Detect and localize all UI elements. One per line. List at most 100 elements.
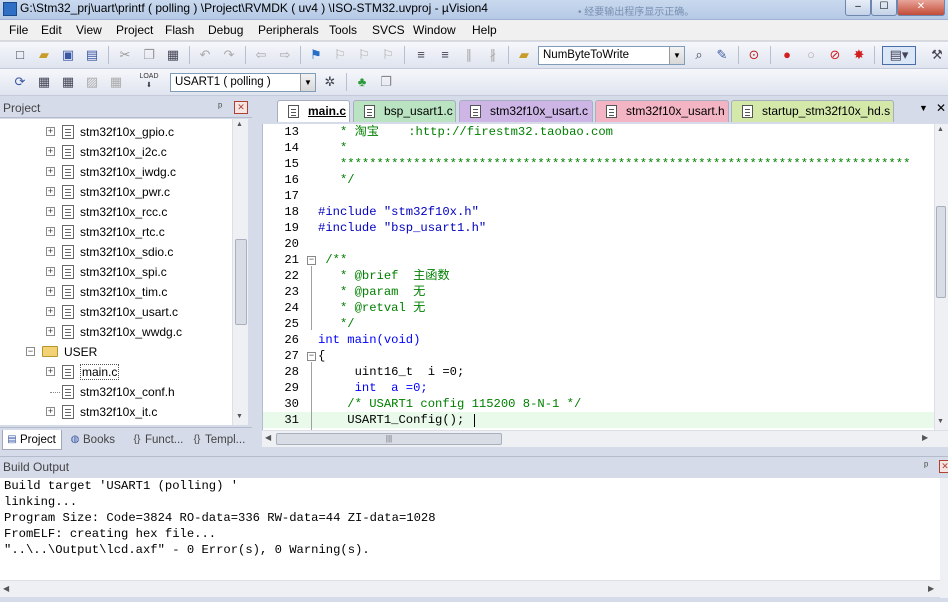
stop-build-icon[interactable]: ▦ bbox=[108, 74, 124, 90]
new-file-icon[interactable]: □ bbox=[12, 47, 28, 63]
close-panel-icon[interactable]: ✕ bbox=[939, 460, 948, 473]
scroll-right-icon[interactable]: ▶ bbox=[928, 584, 934, 593]
expand-icon[interactable]: + bbox=[46, 327, 55, 336]
menu-svcs[interactable]: SVCS bbox=[372, 23, 405, 37]
indent-icon[interactable]: ≡ bbox=[413, 47, 429, 63]
scroll-thumb[interactable] bbox=[936, 206, 946, 298]
tab-bsp-usart1-c[interactable]: bsp_usart1.c bbox=[353, 100, 456, 122]
undo-icon[interactable]: ↶ bbox=[197, 47, 213, 63]
cut-icon[interactable]: ✂ bbox=[117, 47, 133, 63]
collapse-icon[interactable]: − bbox=[307, 352, 316, 361]
save-icon[interactable]: ▣ bbox=[60, 47, 76, 63]
debug-session-icon[interactable]: ⊙ bbox=[746, 47, 762, 63]
prev-bookmark-icon[interactable]: ⚐ bbox=[332, 47, 348, 63]
paste-icon[interactable]: ▦ bbox=[165, 47, 181, 63]
clear-bookmarks-icon[interactable]: ⚐ bbox=[380, 47, 396, 63]
minimize-button[interactable]: – bbox=[845, 0, 871, 16]
tab-project[interactable]: ▤ Project bbox=[2, 430, 62, 450]
expand-icon[interactable]: + bbox=[46, 407, 55, 416]
unindent-icon[interactable]: ≡ bbox=[437, 47, 453, 63]
target-combo[interactable]: USART1 ( polling ) ▼ bbox=[170, 73, 316, 92]
menu-flash[interactable]: Flash bbox=[165, 23, 194, 37]
tab-main-c[interactable]: main.c bbox=[277, 100, 350, 122]
expand-icon[interactable]: + bbox=[46, 287, 55, 296]
menu-window[interactable]: Window bbox=[413, 23, 456, 37]
menu-tools[interactable]: Tools bbox=[329, 23, 357, 37]
menu-help[interactable]: Help bbox=[472, 23, 497, 37]
expand-icon[interactable]: + bbox=[46, 167, 55, 176]
tab-startup-s[interactable]: startup_stm32f10x_hd.s bbox=[731, 100, 894, 122]
scroll-down-icon[interactable]: ▼ bbox=[236, 413, 243, 420]
scroll-thumb[interactable]: ||| bbox=[276, 433, 502, 445]
tab-templates[interactable]: {} Templ... bbox=[188, 430, 250, 450]
expand-icon[interactable]: + bbox=[46, 227, 55, 236]
window-layout-icon[interactable]: ▤▾ bbox=[882, 46, 916, 65]
close-button[interactable]: ✕ bbox=[897, 0, 945, 16]
redo-icon[interactable]: ↷ bbox=[221, 47, 237, 63]
rebuild-icon[interactable]: ▦ bbox=[60, 74, 76, 90]
configure-icon[interactable]: ⚒ bbox=[929, 47, 945, 63]
chevron-down-icon[interactable]: ▼ bbox=[300, 74, 315, 91]
multi-project-icon[interactable]: ❐ bbox=[378, 74, 394, 90]
pin-icon[interactable]: ᵖ bbox=[218, 101, 222, 113]
scroll-left-icon[interactable]: ◀ bbox=[3, 584, 9, 593]
find-in-files-icon[interactable]: ▰ bbox=[516, 47, 532, 63]
incremental-find-icon[interactable]: ✎ bbox=[714, 47, 730, 63]
translate-icon[interactable]: ⟳ bbox=[12, 74, 28, 90]
expand-icon[interactable]: + bbox=[46, 307, 55, 316]
expand-icon[interactable]: + bbox=[46, 147, 55, 156]
expand-icon[interactable]: + bbox=[46, 187, 55, 196]
disable-all-breakpoints-icon[interactable]: ⊘ bbox=[827, 47, 843, 63]
scroll-left-icon[interactable]: ◀ bbox=[265, 433, 271, 442]
kill-breakpoints-icon[interactable]: ✸ bbox=[851, 47, 867, 63]
close-tab-icon[interactable]: ✕ bbox=[936, 101, 946, 115]
nav-back-icon[interactable]: ⇦ bbox=[253, 47, 269, 63]
close-panel-icon[interactable]: ✕ bbox=[234, 101, 248, 114]
scroll-thumb[interactable] bbox=[235, 239, 247, 325]
open-file-icon[interactable]: ▰ bbox=[36, 47, 52, 63]
nav-forward-icon[interactable]: ⇨ bbox=[277, 47, 293, 63]
menu-file[interactable]: File bbox=[9, 23, 28, 37]
pin-icon[interactable]: ᵖ bbox=[924, 460, 928, 472]
menu-edit[interactable]: Edit bbox=[41, 23, 62, 37]
scroll-down-icon[interactable]: ▼ bbox=[937, 418, 944, 425]
output-hscrollbar[interactable]: ◀ ▶ bbox=[0, 580, 940, 597]
download-icon[interactable]: LOAD ⬇ bbox=[138, 72, 160, 92]
collapse-icon[interactable]: − bbox=[307, 256, 316, 265]
expand-icon[interactable]: + bbox=[46, 267, 55, 276]
expand-icon[interactable]: + bbox=[46, 207, 55, 216]
scroll-right-icon[interactable]: ▶ bbox=[922, 433, 928, 442]
editor-scrollbar[interactable]: ▲ ▼ bbox=[934, 124, 948, 430]
maximize-button[interactable]: ☐ bbox=[871, 0, 897, 16]
expand-icon[interactable]: + bbox=[46, 247, 55, 256]
expand-icon[interactable]: + bbox=[46, 367, 55, 376]
menu-project[interactable]: Project bbox=[116, 23, 153, 37]
chevron-down-icon[interactable]: ▼ bbox=[669, 47, 684, 64]
tab-stm32f10x-usart-h[interactable]: stm32f10x_usart.h bbox=[595, 100, 729, 122]
bookmark-icon[interactable]: ⚑ bbox=[308, 47, 324, 63]
menu-view[interactable]: View bbox=[76, 23, 102, 37]
code-editor[interactable]: 13 * 淘宝 :http://firestm32.taobao.com 14 … bbox=[262, 124, 948, 430]
disable-breakpoint-icon[interactable]: ○ bbox=[803, 47, 819, 63]
output-vscrollbar[interactable] bbox=[940, 478, 948, 598]
expand-icon[interactable]: + bbox=[46, 127, 55, 136]
copy-icon[interactable]: ❐ bbox=[141, 47, 157, 63]
target-options-icon[interactable]: ✲ bbox=[322, 74, 338, 90]
collapse-icon[interactable]: − bbox=[26, 347, 35, 356]
next-bookmark-icon[interactable]: ⚐ bbox=[356, 47, 372, 63]
tab-books[interactable]: ◍ Books bbox=[66, 430, 124, 450]
scroll-up-icon[interactable]: ▲ bbox=[937, 126, 944, 133]
build-icon[interactable]: ▦ bbox=[36, 74, 52, 90]
tab-stm32f10x-usart-c[interactable]: stm32f10x_usart.c bbox=[459, 100, 593, 122]
comment-icon[interactable]: ∥ bbox=[461, 47, 477, 63]
scroll-up-icon[interactable]: ▲ bbox=[236, 121, 243, 128]
breakpoint-icon[interactable]: ● bbox=[779, 47, 795, 63]
batch-build-icon[interactable]: ▨ bbox=[84, 74, 100, 90]
tab-functions[interactable]: {} Funct... bbox=[128, 430, 184, 450]
uncomment-icon[interactable]: ∦ bbox=[485, 47, 501, 63]
tab-list-icon[interactable]: ▼ bbox=[919, 103, 928, 113]
save-all-icon[interactable]: ▤ bbox=[84, 47, 100, 63]
build-output-text[interactable]: Build target 'USART1 (polling) ' linking… bbox=[0, 478, 940, 580]
find-icon[interactable]: ⌕ bbox=[691, 47, 707, 63]
menu-debug[interactable]: Debug bbox=[208, 23, 243, 37]
